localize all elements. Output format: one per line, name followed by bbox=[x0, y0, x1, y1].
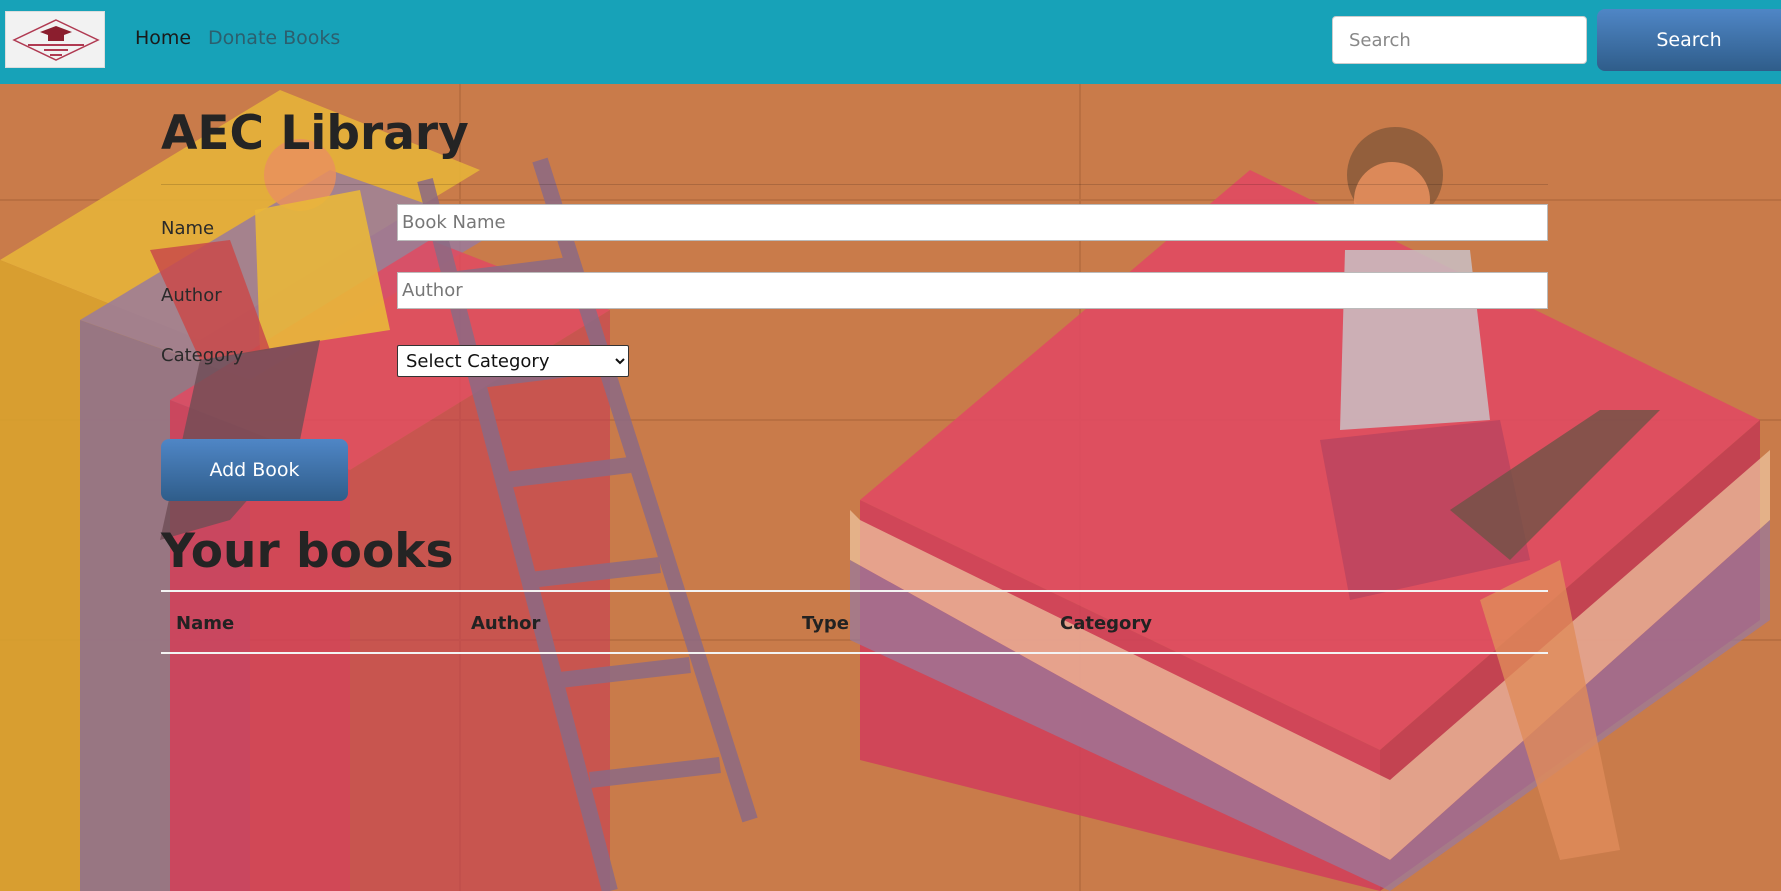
page-title: AEC Library bbox=[161, 106, 469, 161]
column-header-category: Category bbox=[1060, 613, 1153, 634]
author-label: Author bbox=[161, 285, 222, 306]
main-content: AEC Library Name Author Category Select … bbox=[0, 84, 1781, 891]
column-header-name: Name bbox=[176, 613, 235, 634]
search-input[interactable] bbox=[1332, 16, 1587, 64]
table-header-divider bbox=[161, 652, 1548, 654]
college-logo[interactable] bbox=[5, 11, 105, 68]
graduation-cap-icon bbox=[12, 19, 100, 61]
nav-donate-books-link[interactable]: Donate Books bbox=[208, 27, 340, 49]
category-label: Category bbox=[161, 345, 244, 366]
table-top-divider bbox=[161, 590, 1548, 592]
search-button[interactable]: Search bbox=[1597, 9, 1781, 71]
category-select[interactable]: Select Category bbox=[397, 345, 629, 377]
author-input[interactable] bbox=[397, 272, 1548, 309]
your-books-heading: Your books bbox=[161, 524, 454, 579]
title-divider bbox=[161, 184, 1548, 185]
column-header-type: Type bbox=[802, 613, 849, 634]
book-name-input[interactable] bbox=[397, 204, 1548, 241]
top-navbar: Home Donate Books Search bbox=[0, 0, 1781, 84]
nav-home-link[interactable]: Home bbox=[135, 27, 191, 49]
add-book-button[interactable]: Add Book bbox=[161, 439, 348, 501]
column-header-author: Author bbox=[471, 613, 541, 634]
name-label: Name bbox=[161, 218, 215, 239]
